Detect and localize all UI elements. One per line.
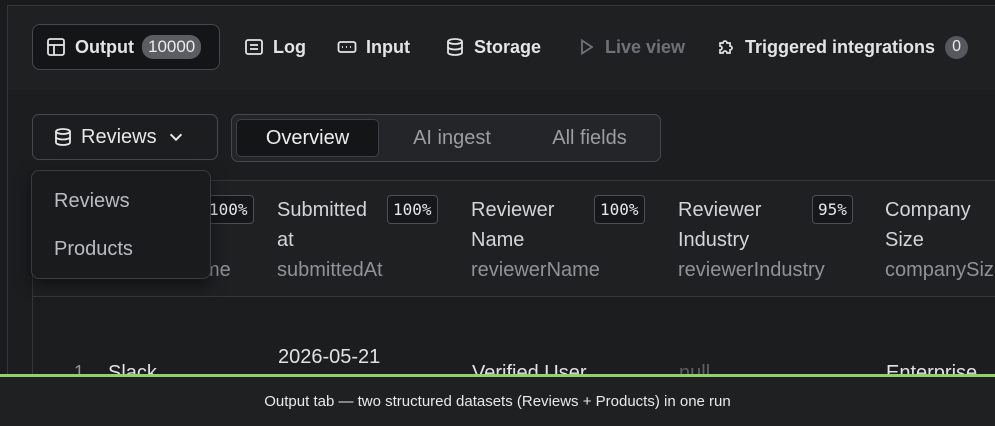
tab-log[interactable]: Log [244, 24, 306, 70]
coverage-badge-reviewer-name: 100% [594, 195, 645, 224]
puzzle-icon [719, 40, 733, 54]
log-icon [245, 39, 263, 55]
play-icon [581, 38, 594, 56]
column-field: submittedAt [277, 259, 383, 281]
view-switcher: Overview AI ingest All fields [231, 114, 661, 162]
input-icon [337, 41, 357, 53]
column-header-reviewer-industry[interactable]: Reviewer Industry reviewerIndustry [678, 195, 825, 285]
tab-input[interactable]: Input [337, 24, 410, 70]
column-title-line2: Industry [678, 229, 750, 251]
column-header-company-size[interactable]: Company Size companySiz [885, 195, 994, 285]
tab-output-label: Output [75, 36, 134, 57]
caption-text: Output tab — two structured datasets (Re… [264, 393, 731, 410]
dataset-selected-label: Reviews [81, 125, 157, 148]
column-title-line2: Size [885, 229, 924, 251]
tab-triggered-integrations[interactable]: Triggered integrations 0 [716, 24, 969, 70]
tab-output[interactable]: Output 10000 [32, 24, 220, 70]
column-title: Reviewer [678, 199, 762, 221]
column-title: Company [885, 199, 971, 221]
column-title: Submitted [277, 199, 368, 221]
table-left-border [32, 295, 33, 375]
view-tab-ai-ingest[interactable]: AI ingest [392, 119, 512, 157]
tab-live-view-label: Live view [605, 36, 686, 57]
chevron-down-icon [169, 133, 182, 142]
view-tab-overview[interactable]: Overview [236, 119, 379, 157]
triggered-count-badge: 0 [945, 35, 969, 59]
column-header-reviewer-name[interactable]: Reviewer Name reviewerName [471, 195, 600, 285]
tab-storage-label: Storage [474, 36, 542, 57]
column-header-submitted[interactable]: Submitted at submittedAt [277, 195, 383, 285]
dropdown-option-products[interactable]: Products [54, 238, 133, 261]
tab-triggered-label: Triggered integrations [745, 36, 936, 57]
output-count-badge: 10000 [141, 35, 202, 59]
tab-log-label: Log [273, 36, 306, 57]
column-field: reviewerName [471, 259, 600, 281]
column-title-line2: at [277, 229, 294, 251]
column-field: reviewerIndustry [678, 259, 825, 281]
tab-bar: Output 10000 Log Input Storage Live view… [7, 5, 995, 91]
view-tab-all-fields[interactable]: All fields [527, 119, 652, 157]
dataset-selector[interactable]: Reviews [32, 114, 218, 160]
column-title: Reviewer [471, 199, 555, 221]
tab-live-view[interactable]: Live view [576, 24, 685, 70]
table-icon [47, 38, 65, 56]
coverage-badge-submitted: 100% [387, 195, 438, 224]
cell-submitted-at: 2026-05-21 [278, 346, 381, 368]
column-title-line2: Name [471, 229, 525, 251]
dropdown-option-reviews[interactable]: Reviews [54, 190, 130, 213]
database-icon [447, 38, 463, 56]
database-icon [55, 128, 71, 146]
tab-input-label: Input [366, 36, 410, 57]
column-field: companySiz [885, 259, 994, 281]
coverage-badge-reviewer-industry: 95% [812, 195, 853, 224]
dataset-dropdown-menu: Reviews Products [31, 170, 211, 279]
tab-storage[interactable]: Storage [445, 24, 541, 70]
caption-bar: Output tab — two structured datasets (Re… [0, 374, 995, 426]
